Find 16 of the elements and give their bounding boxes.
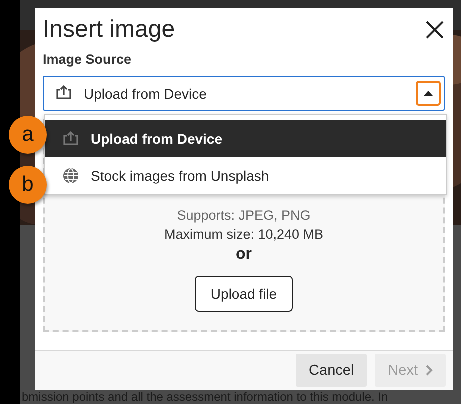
dropdown-option[interactable]: Upload from Device bbox=[45, 120, 446, 157]
chevron-icon bbox=[426, 365, 433, 376]
upload-icon bbox=[56, 84, 72, 100]
field-label: Image Source bbox=[43, 52, 133, 67]
supports-text: Supports: JPEG, PNG bbox=[177, 208, 311, 223]
dropdown-option[interactable]: Stock images from Unsplash bbox=[45, 157, 446, 194]
source-select[interactable]: Upload from Device bbox=[43, 76, 445, 111]
caret-icon[interactable] bbox=[416, 81, 441, 106]
cancel-button[interactable]: Cancel bbox=[296, 354, 368, 387]
globe-icon bbox=[63, 168, 79, 184]
or-text: or bbox=[236, 246, 252, 264]
upload-icon bbox=[63, 131, 79, 146]
upload-file-button[interactable]: Upload file bbox=[194, 276, 294, 312]
max-size-text: Maximum size: 10,240 MB bbox=[164, 227, 324, 242]
dialog-title: Insert image bbox=[43, 16, 176, 44]
select-value: Upload from Device bbox=[84, 86, 208, 102]
